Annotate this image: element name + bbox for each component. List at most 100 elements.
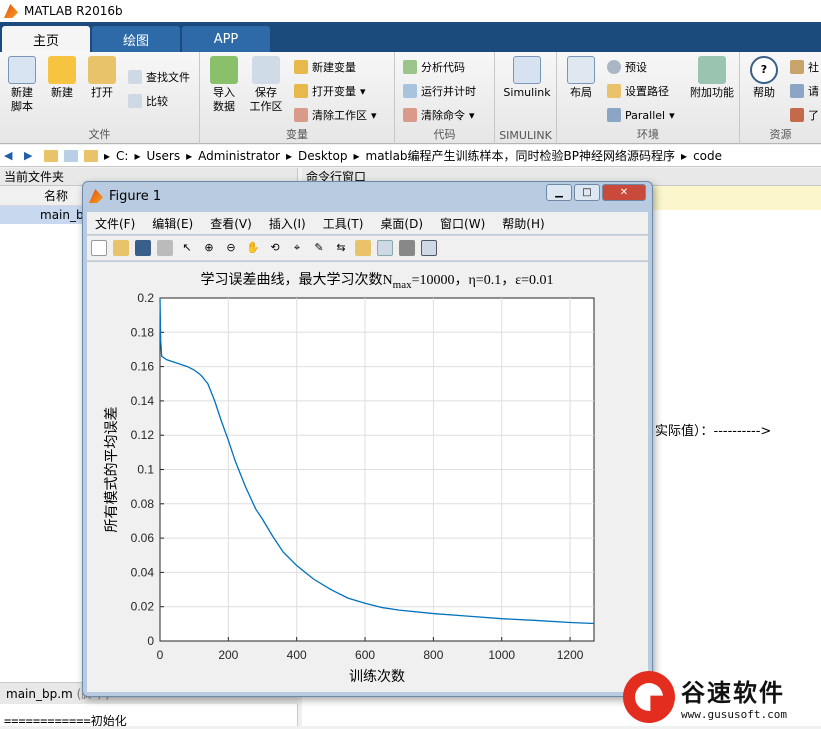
brush-icon[interactable]: ✎: [311, 240, 327, 256]
new-button[interactable]: 新建: [42, 56, 82, 100]
rotate-icon[interactable]: ⟲: [267, 240, 283, 256]
zoom-in-icon[interactable]: ⊕: [201, 240, 217, 256]
analyze-code-button[interactable]: 分析代码: [403, 58, 465, 76]
new-script-icon: [8, 56, 36, 84]
parallel-icon: [607, 108, 621, 122]
clear-workspace-icon: [294, 108, 308, 122]
new-figure-icon[interactable]: [91, 240, 107, 256]
y-tick-label: 0.16: [131, 360, 155, 374]
pan-icon[interactable]: ✋: [245, 240, 261, 256]
menu-window[interactable]: 窗口(W): [440, 215, 485, 232]
dock-icon[interactable]: [421, 240, 437, 256]
y-axis-label: 所有模式的平均误差: [104, 407, 120, 533]
find-files-button[interactable]: 查找文件: [128, 68, 190, 86]
y-tick-label: 0.08: [131, 497, 155, 511]
group-label-file: 文件: [88, 128, 111, 141]
group-label-environment: 环境: [637, 128, 659, 141]
zoom-out-icon[interactable]: ⊖: [223, 240, 239, 256]
learn-matlab-button[interactable]: 了: [790, 106, 819, 124]
new-script-button[interactable]: 新建 脚本: [2, 56, 42, 114]
x-tick-label: 1200: [557, 648, 584, 662]
run-time-icon: [403, 84, 417, 98]
menu-insert[interactable]: 插入(I): [269, 215, 306, 232]
breadcrumb-sep-icon: ▸: [285, 148, 292, 163]
legend-icon[interactable]: [377, 240, 393, 256]
request-support-button[interactable]: 请: [790, 82, 819, 100]
figure-window[interactable]: Figure 1 ▁ □ ✕ 文件(F) 编辑(E) 查看(V) 插入(I) 工…: [82, 181, 653, 697]
addons-icon: [698, 56, 726, 84]
forward-arrow-icon[interactable]: ▶: [24, 149, 38, 162]
browse-folder-icon[interactable]: [64, 149, 78, 162]
menu-file[interactable]: 文件(F): [95, 215, 135, 232]
run-and-time-button[interactable]: 运行并计时: [403, 82, 476, 100]
breadcrumb-item[interactable]: matlab编程产生训练样本，同时检验BP神经网络源码程序: [366, 147, 676, 164]
simulink-button[interactable]: Simulink: [503, 56, 551, 100]
import-icon: [210, 56, 238, 84]
maximize-icon[interactable]: □: [574, 184, 600, 201]
breadcrumb-sep-icon: ▸: [104, 148, 111, 163]
tab-apps[interactable]: APP: [182, 26, 270, 52]
figure-menu-bar: 文件(F) 编辑(E) 查看(V) 插入(I) 工具(T) 桌面(D) 窗口(W…: [87, 212, 648, 234]
set-path-icon: [607, 84, 621, 98]
matlab-logo-icon: [4, 4, 18, 18]
save-icon[interactable]: [135, 240, 151, 256]
open-button[interactable]: 打开: [82, 56, 122, 100]
print-icon[interactable]: [157, 240, 173, 256]
breadcrumb-item[interactable]: C:: [116, 149, 128, 163]
window-buttons: ▁ □ ✕: [546, 184, 646, 201]
set-path-button[interactable]: 设置路径: [607, 82, 669, 100]
menu-edit[interactable]: 编辑(E): [152, 215, 193, 232]
community-button[interactable]: 社: [790, 58, 819, 76]
save-workspace-button[interactable]: 保存 工作区: [246, 56, 286, 114]
menu-tools[interactable]: 工具(T): [323, 215, 364, 232]
ribbon-tabs: 主页 绘图 APP: [0, 22, 821, 52]
simulink-icon: [513, 56, 541, 84]
community-icon: [790, 60, 804, 74]
y-tick-label: 0.02: [131, 600, 155, 614]
breadcrumb-item[interactable]: Desktop: [298, 149, 348, 163]
file-row[interactable]: main_b: [0, 206, 90, 224]
logo-name: 谷速软件: [681, 679, 785, 707]
hide-tools-icon[interactable]: [399, 240, 415, 256]
breadcrumb-item[interactable]: code: [693, 149, 722, 163]
data-cursor-icon[interactable]: ⌖: [289, 240, 305, 256]
y-tick-label: 0.1: [137, 463, 154, 477]
chevron-down-icon: ▾: [669, 108, 675, 122]
back-arrow-icon[interactable]: ◀: [4, 149, 18, 162]
link-icon[interactable]: ⇆: [333, 240, 349, 256]
chevron-down-icon: ▾: [469, 108, 475, 122]
breadcrumb-item[interactable]: Users: [146, 149, 180, 163]
close-icon[interactable]: ✕: [602, 184, 646, 201]
minimize-icon[interactable]: ▁: [546, 184, 572, 201]
ribbon: 新建 脚本 新建 打开 查找文件 比较 文件 导入 数据 保存 工作区 新建变量…: [0, 52, 821, 144]
import-data-button[interactable]: 导入 数据: [204, 56, 244, 114]
colorbar-icon[interactable]: [355, 240, 371, 256]
menu-view[interactable]: 查看(V): [210, 215, 252, 232]
address-bar: ◀ ▶ ▸ C: ▸ Users ▸ Administrator ▸ Deskt…: [0, 145, 821, 167]
y-tick-label: 0.14: [131, 394, 155, 408]
menu-desktop[interactable]: 桌面(D): [380, 215, 423, 232]
gear-icon: [607, 60, 621, 74]
clear-commands-icon: [403, 108, 417, 122]
pointer-icon[interactable]: ↖: [179, 240, 195, 256]
parallel-button[interactable]: Parallel ▾: [607, 106, 675, 124]
group-variable: 导入 数据 保存 工作区 新建变量 打开变量 ▾ 清除工作区 ▾ 变量: [200, 52, 395, 144]
tab-plots[interactable]: 绘图: [92, 26, 180, 52]
open-variable-button[interactable]: 打开变量 ▾: [294, 82, 366, 100]
preferences-button[interactable]: 预设: [607, 58, 647, 76]
clear-commands-button[interactable]: 清除命令 ▾: [403, 106, 475, 124]
new-variable-button[interactable]: 新建变量: [294, 58, 356, 76]
tab-home[interactable]: 主页: [2, 26, 90, 52]
compare-button[interactable]: 比较: [128, 92, 168, 110]
menu-help[interactable]: 帮助(H): [502, 215, 544, 232]
new-variable-icon: [294, 60, 308, 74]
logo-url: www.gususoft.com: [681, 708, 787, 721]
window-title: MATLAB R2016b: [24, 4, 123, 18]
layout-button[interactable]: 布局: [561, 56, 601, 100]
breadcrumb-item[interactable]: Administrator: [198, 149, 280, 163]
up-folder-icon[interactable]: [44, 149, 58, 162]
open-file-icon[interactable]: [113, 240, 129, 256]
help-button[interactable]: ? 帮助: [744, 56, 784, 100]
clear-workspace-button[interactable]: 清除工作区 ▾: [294, 106, 377, 124]
addons-button[interactable]: 附加功能: [687, 56, 737, 100]
